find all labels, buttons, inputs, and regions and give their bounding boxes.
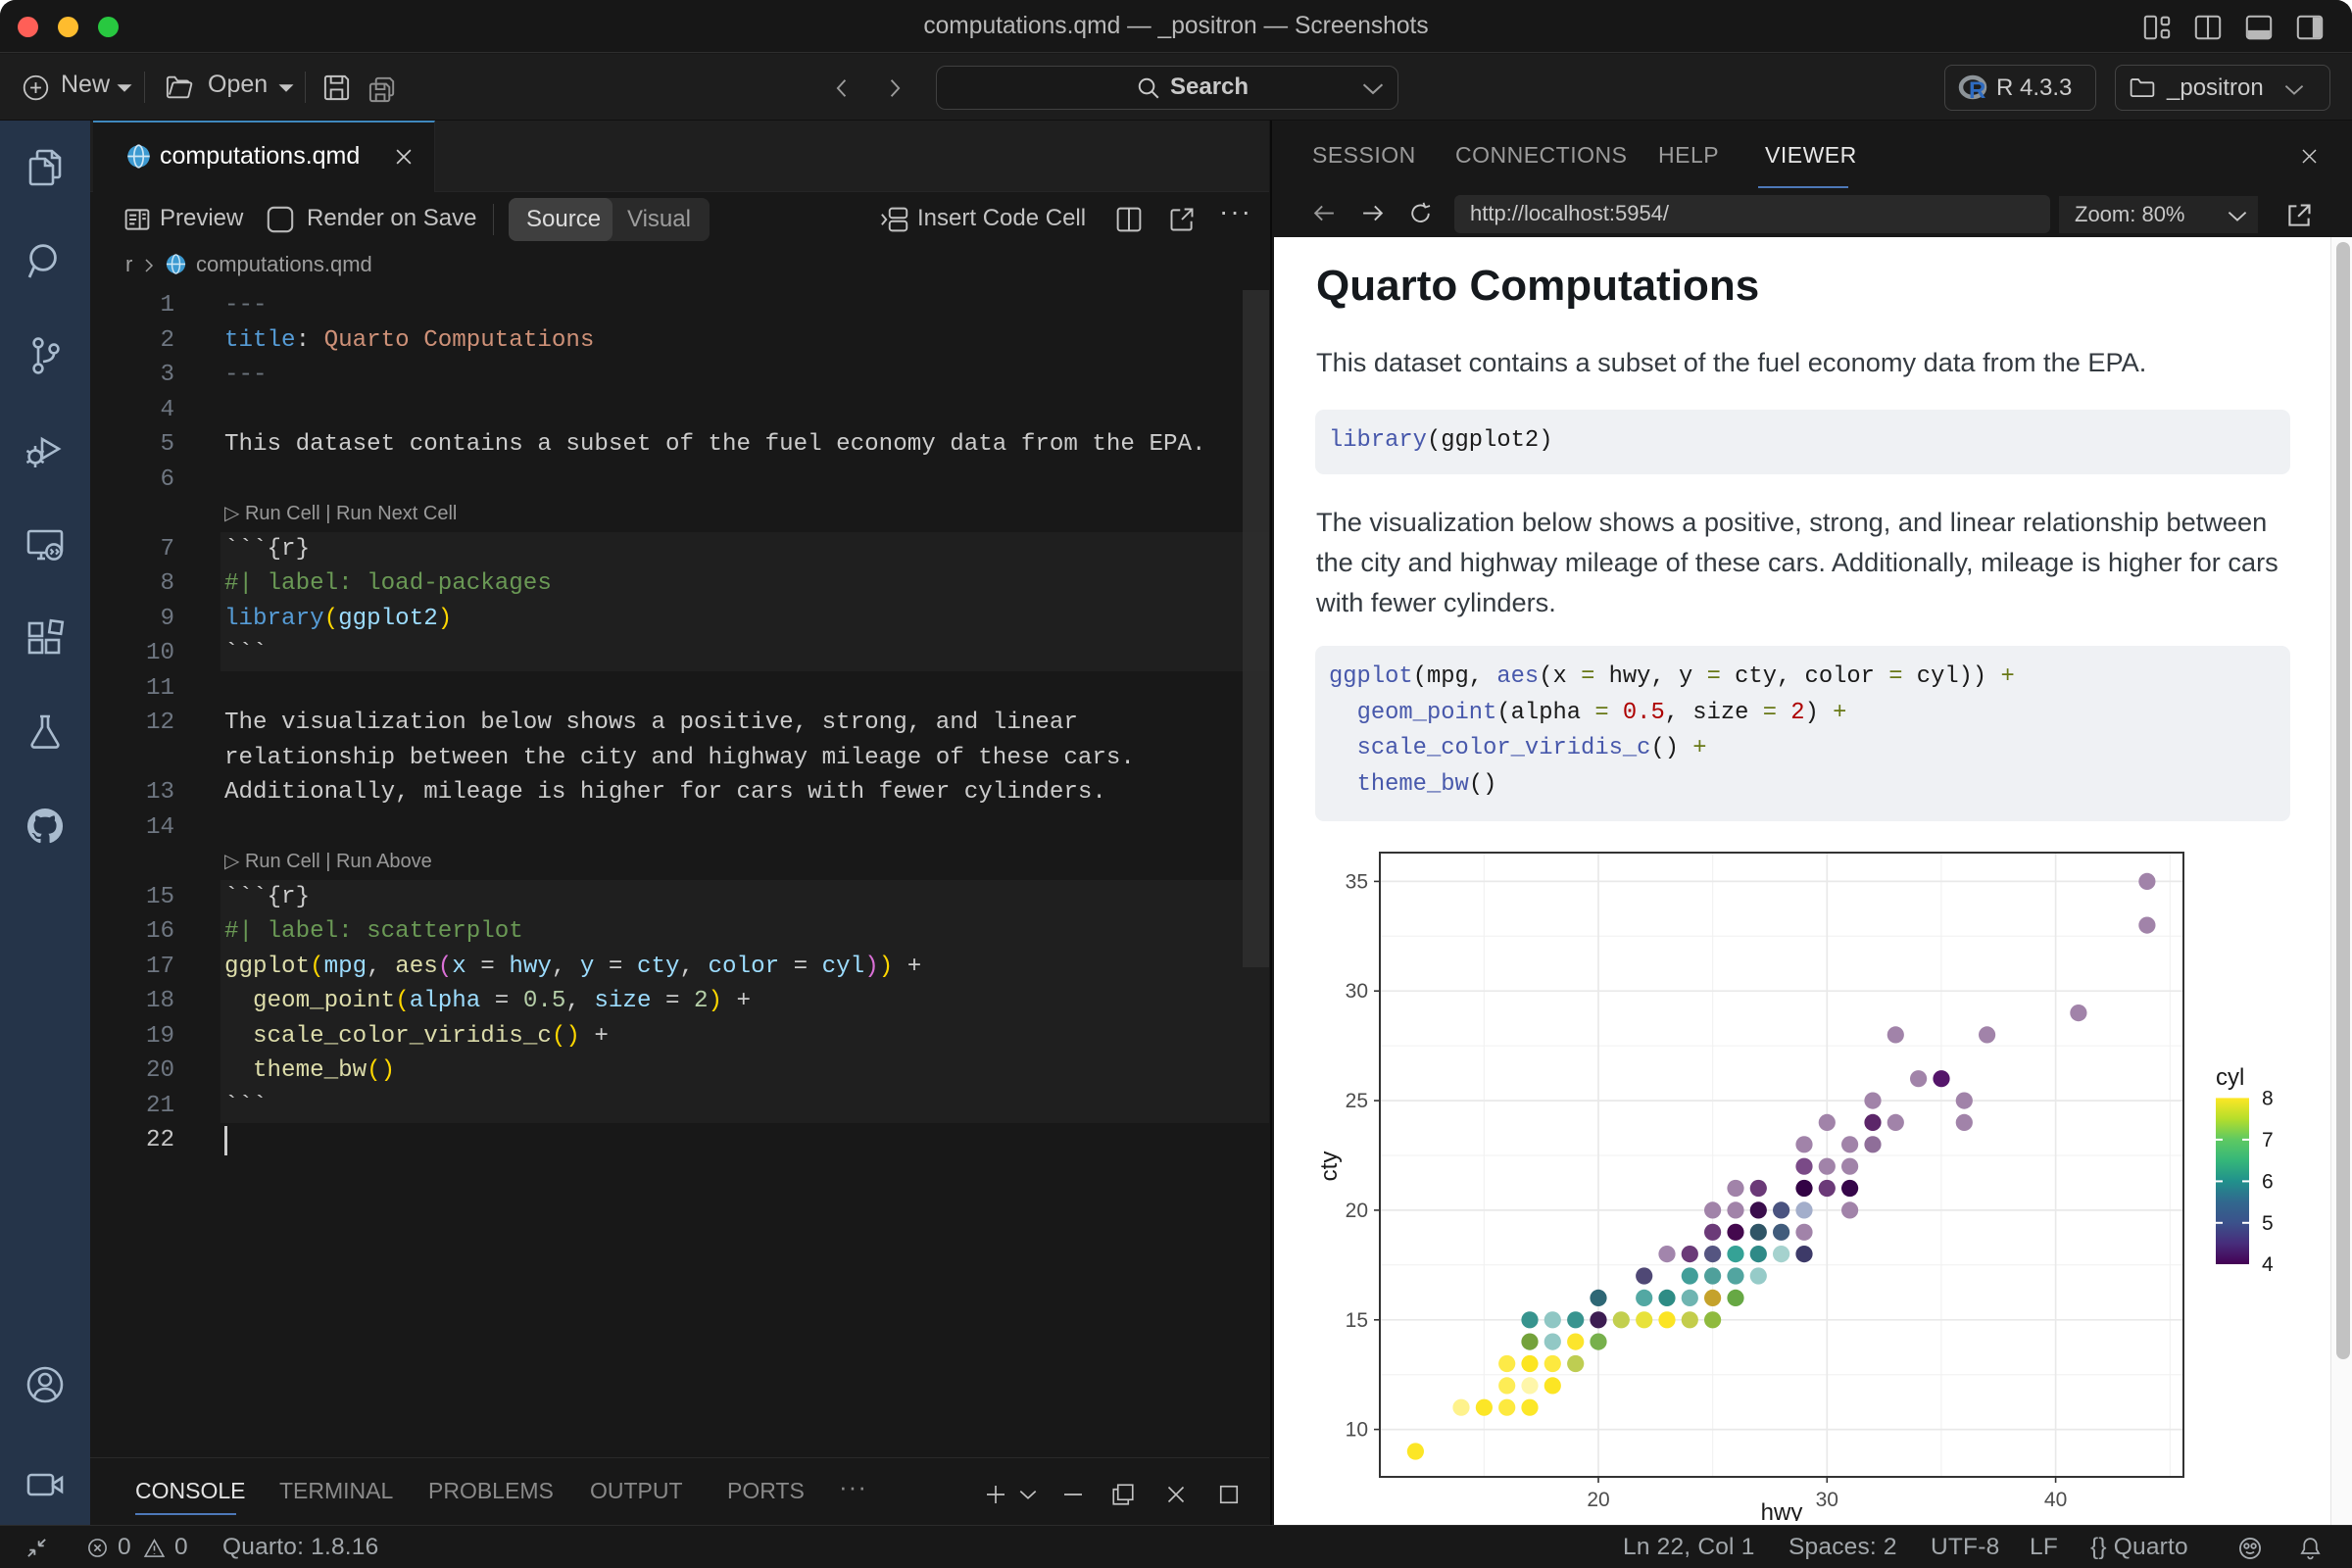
svg-text:10: 10: [1346, 1419, 1368, 1442]
svg-text:20: 20: [1346, 1200, 1368, 1222]
svg-text:4: 4: [2262, 1253, 2274, 1276]
svg-text:30: 30: [1816, 1489, 1838, 1511]
svg-text:cty: cty: [1316, 1152, 1343, 1182]
svg-text:8: 8: [2262, 1087, 2274, 1109]
svg-text:R: R: [1969, 77, 1985, 104]
svg-text:40: 40: [2044, 1489, 2067, 1511]
svg-text:6: 6: [2262, 1170, 2274, 1193]
svg-text:5: 5: [2262, 1212, 2274, 1235]
svg-text:hwy: hwy: [1761, 1499, 1803, 1521]
svg-text:20: 20: [1587, 1489, 1609, 1511]
svg-text:35: 35: [1346, 870, 1368, 893]
svg-text:7: 7: [2262, 1129, 2274, 1152]
svg-text:cyl: cyl: [2216, 1064, 2244, 1091]
svg-text:30: 30: [1346, 980, 1368, 1003]
svg-text:25: 25: [1346, 1090, 1368, 1112]
svg-text:15: 15: [1346, 1309, 1368, 1332]
